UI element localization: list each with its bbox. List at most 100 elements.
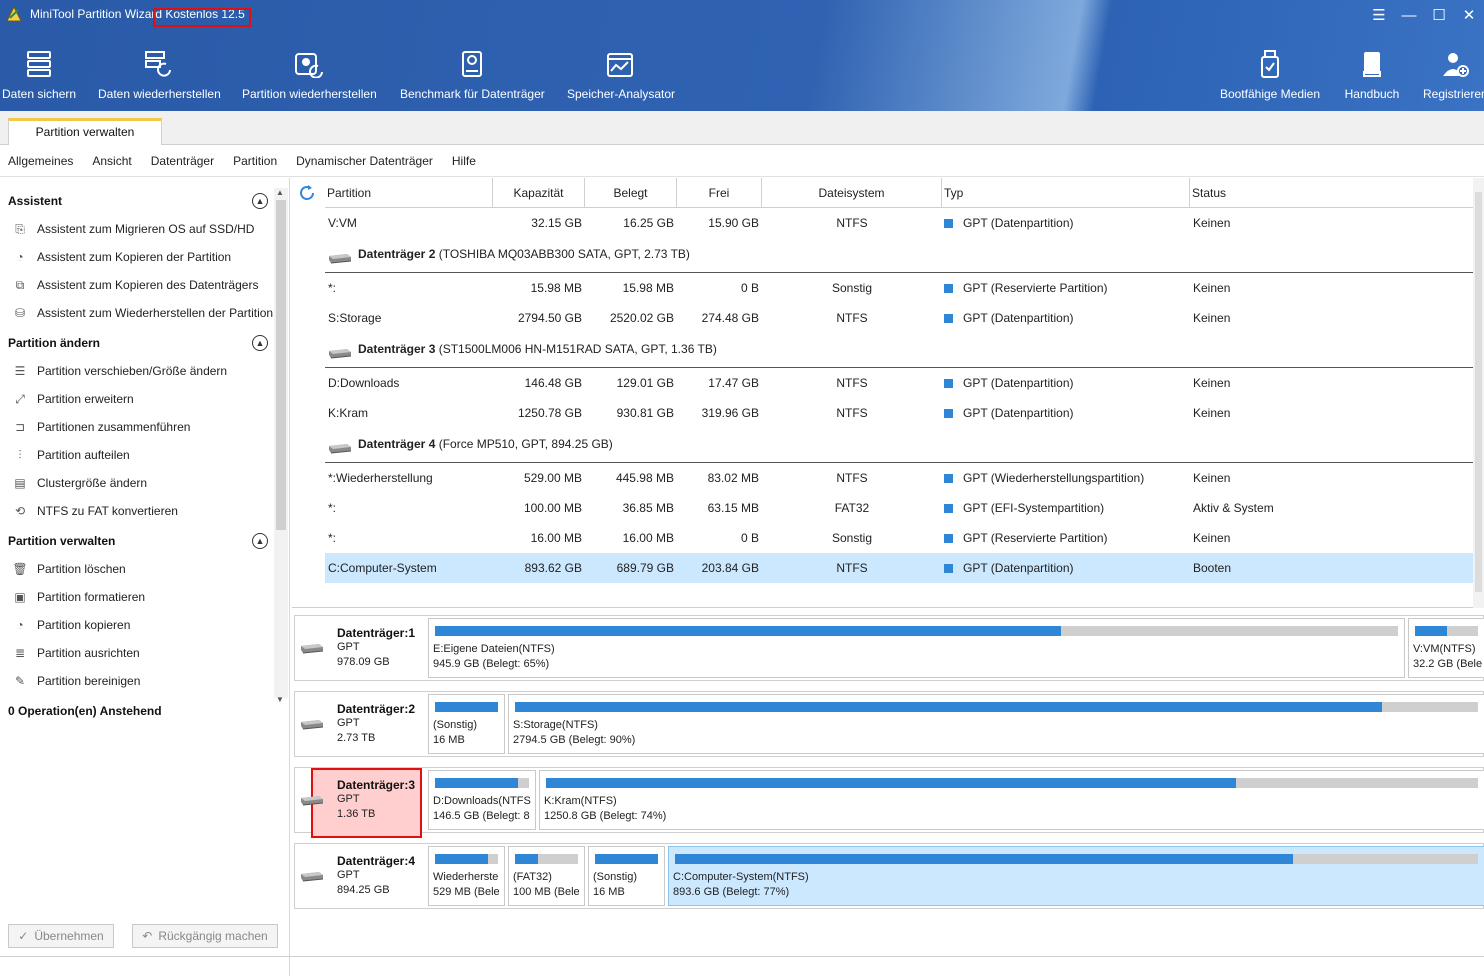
sidebar-item-wipe[interactable]: ✎ Partition bereinigen bbox=[11, 671, 140, 691]
table-row[interactable]: *:Wiederherstellung 529.00 MB 445.98 MB 83.… bbox=[325, 463, 1473, 493]
sidebar-item-copy-partition-wizard[interactable]: ◔ Assistent zum Kopieren der Partition bbox=[11, 247, 231, 267]
action-panel: Assistent ▲ ⎘ Assistent zum Migrieren OS … bbox=[0, 178, 290, 976]
partition-block[interactable]: V:VM(NTFS) 32.2 GB (Bele bbox=[1408, 618, 1484, 678]
undo-button[interactable]: ↶ Rückgängig machen bbox=[132, 924, 278, 948]
disk-map-row[interactable]: Datenträger:4 GPT 894.25 GB Wiederherste 529… bbox=[294, 843, 1484, 909]
tab-partition-verwalten[interactable]: Partition verwalten bbox=[8, 118, 162, 146]
menu-datentraeger[interactable]: Datenträger bbox=[151, 154, 214, 168]
maximize-button[interactable]: ☐ bbox=[1424, 0, 1454, 30]
partition-block[interactable]: (FAT32) 100 MB (Bele bbox=[508, 846, 585, 906]
toolbar-bootable-media-button[interactable]: Bootfähige Medien bbox=[1219, 46, 1321, 106]
menu-partition[interactable]: Partition bbox=[233, 154, 277, 168]
sidebar-item-split[interactable]: ⫶ Partition aufteilen bbox=[11, 445, 129, 465]
toolbar-backup-button[interactable]: Daten sichern bbox=[2, 46, 76, 106]
disk-header-row[interactable]: Datenträger 3 (ST1500LM006 HN-M151RAD SA… bbox=[325, 333, 1473, 368]
table-row[interactable]: D:Downloads 146.48 GB 129.01 GB 17.47 GB NTF… bbox=[325, 368, 1473, 398]
format-icon: ▣ bbox=[14, 590, 26, 604]
partition-block[interactable]: S:Storage(NTFS) 2794.5 GB (Belegt: 90%) bbox=[508, 694, 1484, 754]
usage-bar bbox=[435, 854, 498, 864]
table-row[interactable]: *: 16.00 MB 16.00 MB 0 B Sonstig GPT (Reservi… bbox=[325, 523, 1473, 553]
table-scrollbar[interactable] bbox=[1473, 178, 1484, 608]
column-header-type[interactable]: Typ bbox=[942, 178, 1190, 208]
usage-bar-fill bbox=[595, 854, 658, 864]
disk-style: GPT bbox=[337, 793, 360, 805]
column-header-capacity[interactable]: Kapazität bbox=[493, 178, 585, 208]
table-row[interactable]: V:VM 32.15 GB 16.25 GB 15.90 GB NTFS GPT (Dat… bbox=[325, 208, 1473, 238]
partition-block[interactable]: D:Downloads(NTFS 146.5 GB (Belegt: 8 bbox=[428, 770, 536, 830]
disk-info[interactable]: Datenträger:4 GPT 894.25 GB bbox=[295, 844, 423, 908]
toolbar-benchmark-button[interactable]: Benchmark für Datenträger bbox=[400, 46, 545, 106]
sidebar-item-merge[interactable]: ⊐ Partitionen zusammenführen bbox=[11, 417, 190, 437]
sidebar-item-copy[interactable]: ◔ Partition kopieren bbox=[11, 615, 130, 635]
filesystem-cell: NTFS bbox=[836, 311, 868, 325]
sidebar-item-move-resize[interactable]: ☰ Partition verschieben/Größe ändern bbox=[11, 361, 228, 381]
minimize-button[interactable]: — bbox=[1394, 0, 1424, 30]
sidebar-item-cluster-size[interactable]: ▤ Clustergröße ändern bbox=[11, 473, 147, 493]
toolbar-space-analyzer-button[interactable]: Speicher-Analysator bbox=[567, 46, 675, 106]
column-header-free[interactable]: Frei bbox=[677, 178, 762, 208]
sidebar-scrollbar[interactable]: ▲ ▼ bbox=[274, 188, 288, 704]
refresh-icon[interactable] bbox=[298, 184, 316, 202]
table-row[interactable]: *: 15.98 MB 15.98 MB 0 B Sonstig GPT (Reservi… bbox=[325, 273, 1473, 303]
table-row[interactable]: K:Kram 1250.78 GB 930.81 GB 319.96 GB NTFS GP… bbox=[325, 398, 1473, 428]
close-button[interactable]: ✕ bbox=[1454, 0, 1484, 30]
sidebar-item-migrate-os[interactable]: ⎘ Assistent zum Migrieren OS auf SSD/HD bbox=[11, 219, 254, 239]
table-row[interactable]: C:Computer-System 893.62 GB 689.79 GB 203.8… bbox=[325, 553, 1473, 583]
free-cell: 15.90 GB bbox=[708, 216, 759, 230]
column-header-status[interactable]: Status bbox=[1190, 178, 1473, 208]
partition-block[interactable]: (Sonstig) 16 MB bbox=[588, 846, 665, 906]
disk-map-row[interactable]: Datenträger:2 GPT 2.73 TB (Sonstig) 16 MB S:S… bbox=[294, 691, 1484, 757]
partition-cell: V:VM bbox=[328, 216, 357, 230]
scroll-down-icon[interactable]: ▼ bbox=[276, 695, 284, 704]
toolbar-data-recovery-button[interactable]: Daten wiederherstellen bbox=[98, 46, 221, 106]
partition-block[interactable]: C:Computer-System(NTFS) 893.6 GB (Belegt:… bbox=[668, 846, 1484, 906]
collapse-assistent-icon[interactable]: ▲ bbox=[252, 193, 268, 209]
sidebar-item-ntfs-to-fat[interactable]: ⟲ NTFS zu FAT konvertieren bbox=[11, 501, 178, 521]
sidebar-item-format[interactable]: ▣ Partition formatieren bbox=[11, 587, 145, 607]
partition-block[interactable]: Wiederherste 529 MB (Bele bbox=[428, 846, 505, 906]
sidebar-item-label: Partition erweitern bbox=[37, 392, 134, 406]
sidebar-item-extend[interactable]: ⤢ Partition erweitern bbox=[11, 389, 134, 409]
scroll-up-icon[interactable]: ▲ bbox=[276, 188, 284, 197]
sidebar-scroll-thumb[interactable] bbox=[276, 200, 286, 530]
column-header-used[interactable]: Belegt bbox=[585, 178, 677, 208]
used-cell: 36.85 MB bbox=[622, 501, 674, 515]
usage-bar-fill bbox=[546, 778, 1236, 788]
partition-type-icon bbox=[944, 284, 953, 293]
partition-block[interactable]: K:Kram(NTFS) 1250.8 GB (Belegt: 74%) bbox=[539, 770, 1484, 830]
menu-hilfe[interactable]: Hilfe bbox=[452, 154, 476, 168]
partition-block[interactable]: E:Eigene Dateien(NTFS) 945.9 GB (Belegt: … bbox=[428, 618, 1405, 678]
column-header-filesystem[interactable]: Dateisystem bbox=[762, 178, 942, 208]
sidebar-item-copy-disk-wizard[interactable]: ⧉ Assistent zum Kopieren des Datenträgers bbox=[11, 275, 259, 295]
apply-button[interactable]: ✓ Übernehmen bbox=[8, 924, 114, 948]
partition-block[interactable]: (Sonstig) 16 MB bbox=[428, 694, 505, 754]
toolbar-register-button[interactable]: Registrieren bbox=[1423, 46, 1484, 106]
disk-info[interactable]: Datenträger:1 GPT 978.09 GB bbox=[295, 616, 423, 680]
menu-dynamischer-datentraeger[interactable]: Dynamischer Datenträger bbox=[296, 154, 433, 168]
disk-map-row[interactable]: Datenträger:1 GPT 978.09 GB E:Eigene Dateie… bbox=[294, 615, 1484, 681]
free-cell: 0 B bbox=[740, 531, 759, 545]
copy-partition-wizard-icon: ◔ bbox=[16, 250, 24, 264]
sidebar-item-delete[interactable]: 🗑 Partition löschen bbox=[11, 559, 125, 579]
table-row[interactable]: *: 100.00 MB 36.85 MB 63.15 MB FAT32 GPT (EFI… bbox=[325, 493, 1473, 523]
toolbar-manual-button[interactable]: Handbuch bbox=[1343, 46, 1401, 106]
sidebar-item-partition-recovery-wizard[interactable]: ⛁ Assistent zum Wiederherstellen der Part… bbox=[11, 303, 273, 323]
menu-ansicht[interactable]: Ansicht bbox=[92, 154, 131, 168]
sidebar-item-align[interactable]: ≣ Partition ausrichten bbox=[11, 643, 140, 663]
disk-header-row[interactable]: Datenträger 4 (Force MP510, GPT, 894.25 … bbox=[325, 428, 1473, 463]
disk-info[interactable]: Datenträger:2 GPT 2.73 TB bbox=[295, 692, 423, 756]
collapse-partition-aendern-icon[interactable]: ▲ bbox=[252, 335, 268, 351]
table-scroll-thumb[interactable] bbox=[1475, 192, 1482, 592]
menu-allgemeines[interactable]: Allgemeines bbox=[8, 154, 73, 168]
disk-header-row[interactable]: Datenträger 2 (TOSHIBA MQ03ABB300 SATA, … bbox=[325, 238, 1473, 273]
used-cell: 689.79 GB bbox=[616, 561, 674, 575]
collapse-partition-verwalten-icon[interactable]: ▲ bbox=[252, 533, 268, 549]
disk-map-row[interactable]: Datenträger:3 GPT 1.36 TB D:Downloads(NTFS 1… bbox=[294, 767, 1484, 838]
app-header: MiniTool Partition Wizard Kostenlos 12.5… bbox=[0, 0, 1484, 111]
toolbar-partition-recovery-button[interactable]: Partition wiederherstellen bbox=[242, 46, 377, 106]
type-cell: GPT (Datenpartition) bbox=[944, 368, 1184, 398]
disk-info[interactable]: Datenträger:3 GPT 1.36 TB bbox=[295, 768, 423, 838]
menu-icon[interactable]: ☰ bbox=[1364, 0, 1394, 30]
table-row[interactable]: S:Storage 2794.50 GB 2520.02 GB 274.48 GB NT… bbox=[325, 303, 1473, 333]
column-header-partition[interactable]: Partition bbox=[325, 178, 493, 208]
